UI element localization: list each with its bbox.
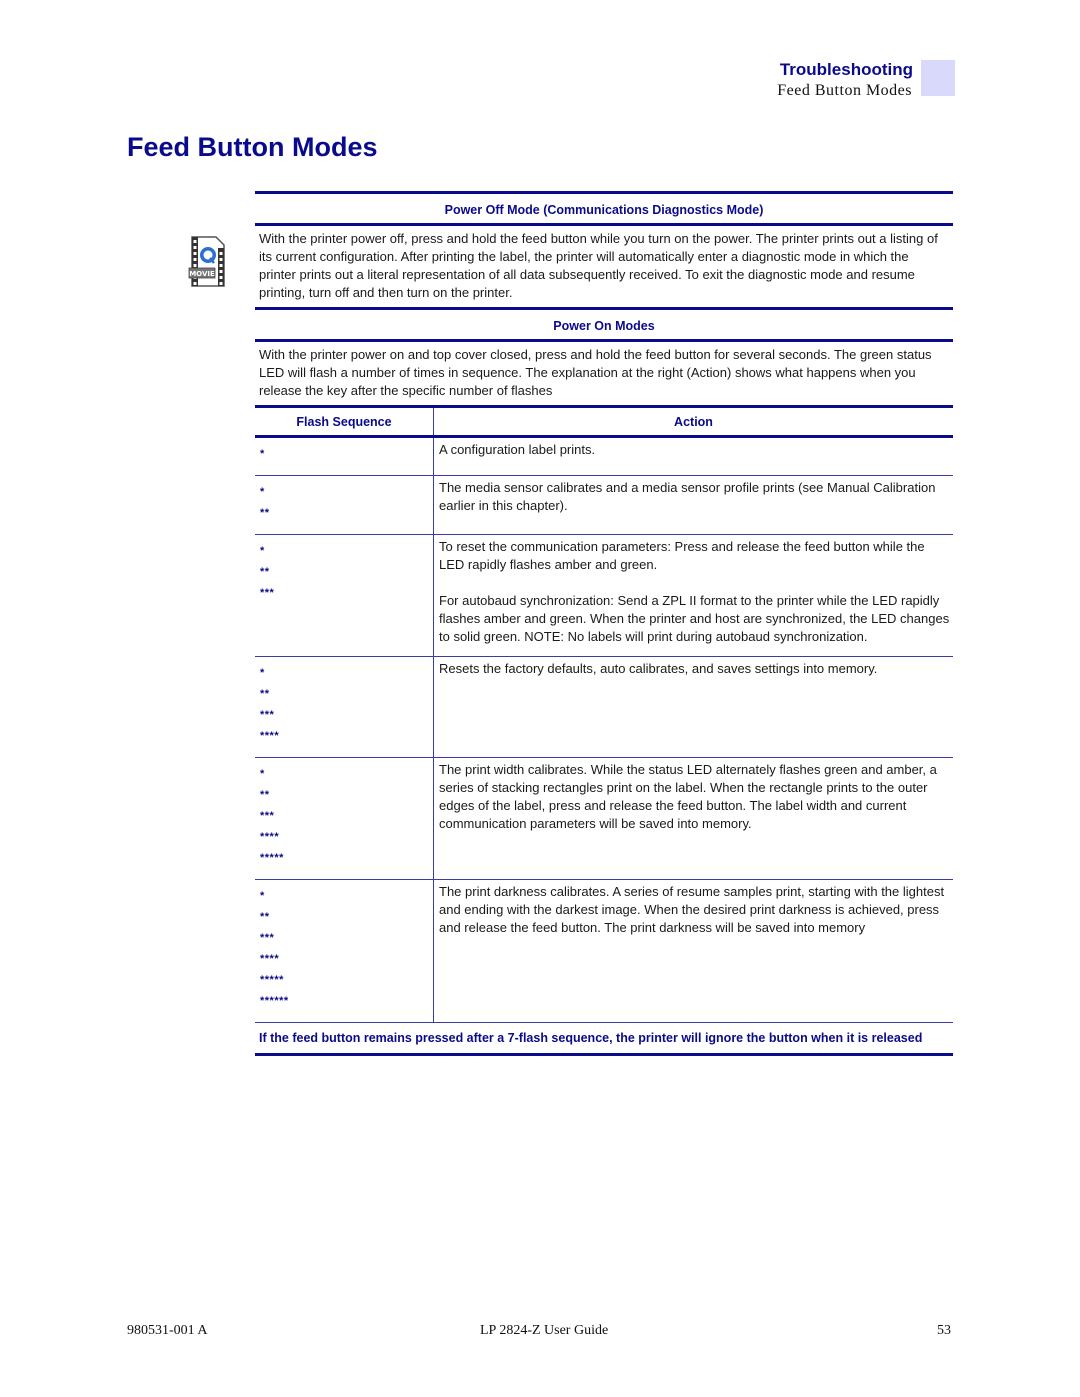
action-cell: To reset the communication parameters: P… <box>434 535 954 657</box>
flash-sequence-cell: * ** *** <box>255 534 434 657</box>
flash-sequence-step: ****** <box>260 995 289 1007</box>
flash-sequence-step: * <box>260 486 265 498</box>
flash-sequence-step: ** <box>260 789 270 801</box>
flash-sequence-step: ** <box>260 566 270 578</box>
flash-sequence-cell: * <box>255 436 434 476</box>
footer-doc-number: 980531-001 A <box>127 1323 208 1338</box>
flash-sequence-step: * <box>260 667 265 679</box>
svg-text:MOVIE: MOVIE <box>189 270 215 278</box>
flash-sequence-cell: * ** *** **** ***** ****** <box>255 879 434 1023</box>
power-off-mode-description: With the printer power off, press and ho… <box>259 231 938 300</box>
table-row: * ** The media sensor calibrates and a med… <box>255 475 954 535</box>
table-row: * ** *** **** Resets the factory defaults, a… <box>255 656 954 758</box>
action-text: To reset the communication parameters: P… <box>439 539 925 572</box>
movie-file-icon[interactable]: MOVIE <box>188 236 226 288</box>
power-off-mode-heading: Power Off Mode (Communications Diagnosti… <box>444 203 764 217</box>
column-header-flash-sequence: Flash Sequence <box>255 406 434 437</box>
flash-sequence-step: *** <box>260 709 275 721</box>
power-on-modes-heading: Power On Modes <box>553 319 655 333</box>
action-text: The media sensor calibrates and a media … <box>439 480 936 513</box>
flash-sequence-step: * <box>260 768 265 780</box>
action-cell: The media sensor calibrates and a media … <box>434 476 954 535</box>
flash-sequence-step: *** <box>260 587 275 599</box>
action-cell: Resets the factory defaults, auto calibr… <box>434 657 954 758</box>
action-text: The print darkness calibrates. A series … <box>439 884 945 935</box>
action-cell: A configuration label prints. <box>434 437 954 476</box>
flash-sequence-cell: * ** <box>255 475 434 535</box>
header-subsection-title: Feed Button Modes <box>777 82 912 99</box>
footer-page-number: 53 <box>937 1323 951 1338</box>
flash-sequence-step: **** <box>260 730 280 742</box>
flash-sequence-step: ** <box>260 911 270 923</box>
flash-sequence-cell: * ** *** **** ***** <box>255 757 434 880</box>
action-text: For autobaud synchronization: Send a ZPL… <box>439 593 950 644</box>
flash-sequence-step: ** <box>260 507 270 519</box>
table-row: * ** *** **** ***** The print width calibrate… <box>255 757 954 880</box>
flash-sequence-step: **** <box>260 831 280 843</box>
footer-guide-title: LP 2824-Z User Guide <box>480 1323 609 1338</box>
divider <box>255 1053 953 1056</box>
flash-sequence-step: ***** <box>260 852 284 864</box>
seven-flash-note: If the feed button remains pressed after… <box>259 1031 923 1045</box>
flash-sequence-step: **** <box>260 953 280 965</box>
table-header-row: Flash Sequence Action <box>255 406 953 437</box>
action-cell: The print width calibrates. While the st… <box>434 758 954 880</box>
power-on-modes-description: With the printer power on and top cover … <box>259 347 932 398</box>
flash-sequence-cell: * ** *** **** <box>255 656 434 758</box>
page-title: Feed Button Modes <box>127 132 378 162</box>
header-tab-marker <box>921 60 955 96</box>
table-row: * ** *** To reset the communication paramet… <box>255 534 954 657</box>
feed-button-modes-content: Power Off Mode (Communications Diagnosti… <box>255 191 953 1056</box>
flash-sequence-step: * <box>260 448 265 460</box>
flash-sequence-table: Flash Sequence Action * A configuration l… <box>255 405 953 1023</box>
flash-sequence-step: * <box>260 545 265 557</box>
action-text: A configuration label prints. <box>439 442 596 457</box>
flash-sequence-step: *** <box>260 932 275 944</box>
column-header-action: Action <box>674 415 713 429</box>
action-text: The print width calibrates. While the st… <box>439 762 937 831</box>
flash-sequence-step: *** <box>260 810 275 822</box>
action-cell: The print darkness calibrates. A series … <box>434 880 954 1023</box>
header-section-title: Troubleshooting <box>779 60 913 79</box>
flash-sequence-step: ***** <box>260 974 284 986</box>
table-row: * A configuration label prints. <box>255 436 954 476</box>
table-row: * ** *** **** ***** ****** The print darkness … <box>255 879 954 1023</box>
flash-sequence-step: * <box>260 890 265 902</box>
flash-sequence-step: ** <box>260 688 270 700</box>
action-text: Resets the factory defaults, auto calibr… <box>439 661 878 676</box>
